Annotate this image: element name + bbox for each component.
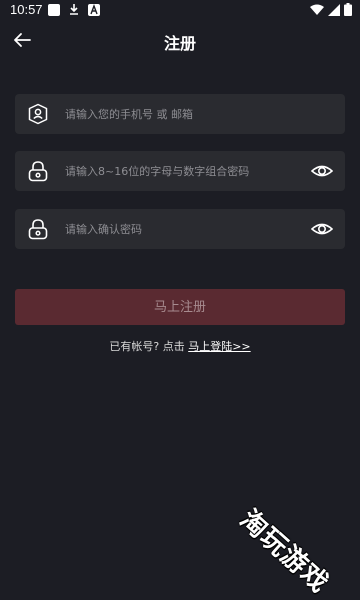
login-link[interactable]: 马上登陆>> (188, 340, 250, 353)
eye-icon[interactable] (311, 161, 333, 181)
confirm-password-input[interactable] (65, 209, 295, 249)
battery-icon (344, 3, 352, 16)
signal-icon (328, 3, 340, 16)
a-badge-icon (88, 3, 100, 16)
user-shield-icon (28, 103, 48, 125)
status-icons-right (310, 3, 352, 16)
login-prompt-text: 已有帐号? 点击 (109, 340, 185, 353)
notification-square-icon (48, 3, 60, 16)
download-icon (70, 4, 78, 15)
status-bar: 10:57 (0, 0, 360, 20)
eye-icon[interactable] (311, 219, 333, 239)
status-time: 10:57 (10, 2, 43, 17)
login-prompt: 已有帐号? 点击 马上登陆>> (0, 338, 360, 354)
password-field[interactable] (15, 151, 345, 191)
lock-icon (28, 161, 48, 182)
top-bar: 注册 (0, 22, 360, 58)
register-button[interactable]: 马上注册 (15, 289, 345, 325)
confirm-password-field[interactable] (15, 209, 345, 249)
password-input[interactable] (65, 151, 295, 191)
account-input[interactable] (65, 94, 295, 134)
lock-icon (28, 219, 48, 240)
page-title: 注册 (163, 34, 196, 53)
watermark: 淘玩游戏 (233, 504, 335, 600)
account-field[interactable] (15, 94, 345, 134)
status-icons-left (48, 3, 100, 16)
wifi-icon (310, 4, 324, 15)
